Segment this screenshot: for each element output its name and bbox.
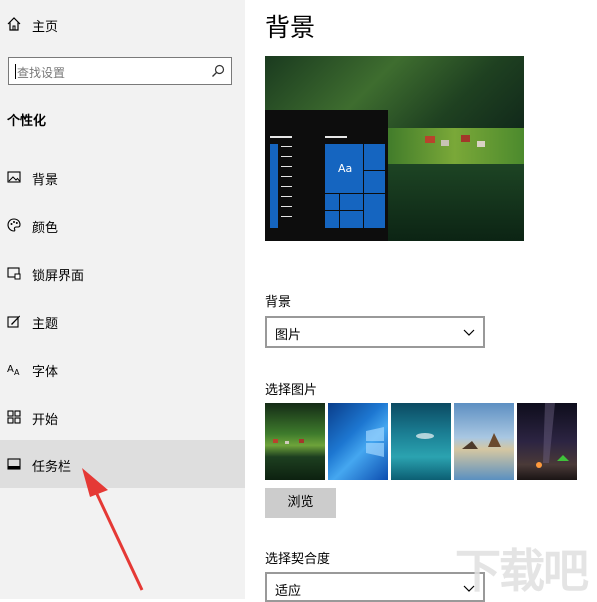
fit-label: 选择契合度 [265,552,331,567]
main-panel: 背景 Aa 背景 图片 选择图片 浏览 选择契合度 适应 [245,0,597,602]
preview-menu-line [281,216,292,217]
preview-menu-line [281,196,292,197]
picture-thumbnail[interactable] [391,403,451,480]
palette-icon [7,218,21,232]
start-menu-preview [265,110,388,241]
watermark-text: 下载吧 [455,544,589,598]
preview-menu-line [281,156,292,157]
preview-tile-divider [363,170,385,171]
preview-menu-line [270,136,292,138]
search-placeholder: 查找设置 [17,66,66,80]
preview-menu-line [281,166,292,167]
sidebar-item-taskbar[interactable]: 任务栏 [0,440,245,488]
text-cursor [15,64,16,79]
browse-button[interactable]: 浏览 [265,488,336,518]
page-title: 背景 [265,13,316,42]
preview-tile-divider [325,193,385,194]
section-title: 个性化 [7,114,47,129]
underwater-thumbnail-art [416,433,434,439]
preview-tile-divider [325,210,363,211]
lock-screen-icon [7,267,21,280]
preview-menu-line [281,186,292,187]
sidebar: 主页 查找设置 个性化 背景 颜色 锁屏界面 主题 A A 字体 开始 任务栏 [0,0,245,599]
sidebar-item-label: 背景 [32,173,59,188]
windows-logo-thumbnail-art [366,427,384,457]
start-grid-icon [7,410,21,424]
sidebar-item-label: 字体 [32,365,59,380]
search-icon[interactable] [211,64,225,78]
chevron-down-icon [463,329,475,336]
preview-house [425,136,435,143]
home-icon [7,17,21,31]
fit-dropdown[interactable]: 适应 [265,572,485,602]
watermark-logo: 下载吧 [455,535,597,599]
picture-thumbnail[interactable] [265,403,325,480]
svg-text:A: A [7,364,14,375]
search-input[interactable]: 查找设置 [8,57,232,85]
preview-menu-line [281,206,292,207]
sidebar-item-label: 任务栏 [32,460,72,475]
sidebar-item-label: 颜色 [32,221,59,236]
picture-thumbnail[interactable] [454,403,514,480]
theme-brush-icon [7,315,20,328]
home-label: 主页 [32,20,59,35]
preview-menu-line [281,146,292,147]
background-type-dropdown[interactable]: 图片 [265,316,485,348]
landscape-thumbnail-art [273,439,304,444]
preview-shore [385,128,524,164]
picture-icon [7,171,21,183]
preview-tile-divider [363,144,364,228]
sidebar-item-colors[interactable]: 颜色 [0,201,245,249]
picture-thumbnail[interactable] [517,403,577,480]
preview-tile-group [325,144,385,228]
taskbar-icon [7,458,21,470]
sidebar-item-background[interactable]: 背景 [0,153,245,201]
sidebar-item-label: 主题 [32,317,59,332]
preview-menu-line [325,136,347,138]
night-sky-thumbnail-art [536,403,569,468]
sidebar-item-label: 开始 [32,413,59,428]
rock-beach-thumbnail-art [462,433,501,449]
preview-tile-text: Aa [338,162,353,175]
choose-picture-label: 选择图片 [265,383,318,398]
preview-house [461,135,470,142]
dropdown-value: 适应 [275,584,302,599]
preview-menu-line [281,176,292,177]
font-icon: A A [7,364,20,376]
dropdown-value: 图片 [275,328,302,343]
preview-house [477,141,485,147]
preview-tile-column [270,144,278,228]
background-type-label: 背景 [265,295,292,310]
sidebar-item-label: 锁屏界面 [32,269,85,284]
sidebar-item-lock-screen[interactable]: 锁屏界面 [0,249,245,297]
background-preview: Aa [265,56,524,241]
picture-thumbnail[interactable] [328,403,388,480]
sidebar-item-themes[interactable]: 主题 [0,297,245,345]
sidebar-item-fonts[interactable]: A A 字体 [0,345,245,393]
sidebar-item-start[interactable]: 开始 [0,393,245,441]
home-link[interactable]: 主页 [0,10,245,40]
preview-house [441,140,449,146]
svg-text:A: A [14,368,20,376]
